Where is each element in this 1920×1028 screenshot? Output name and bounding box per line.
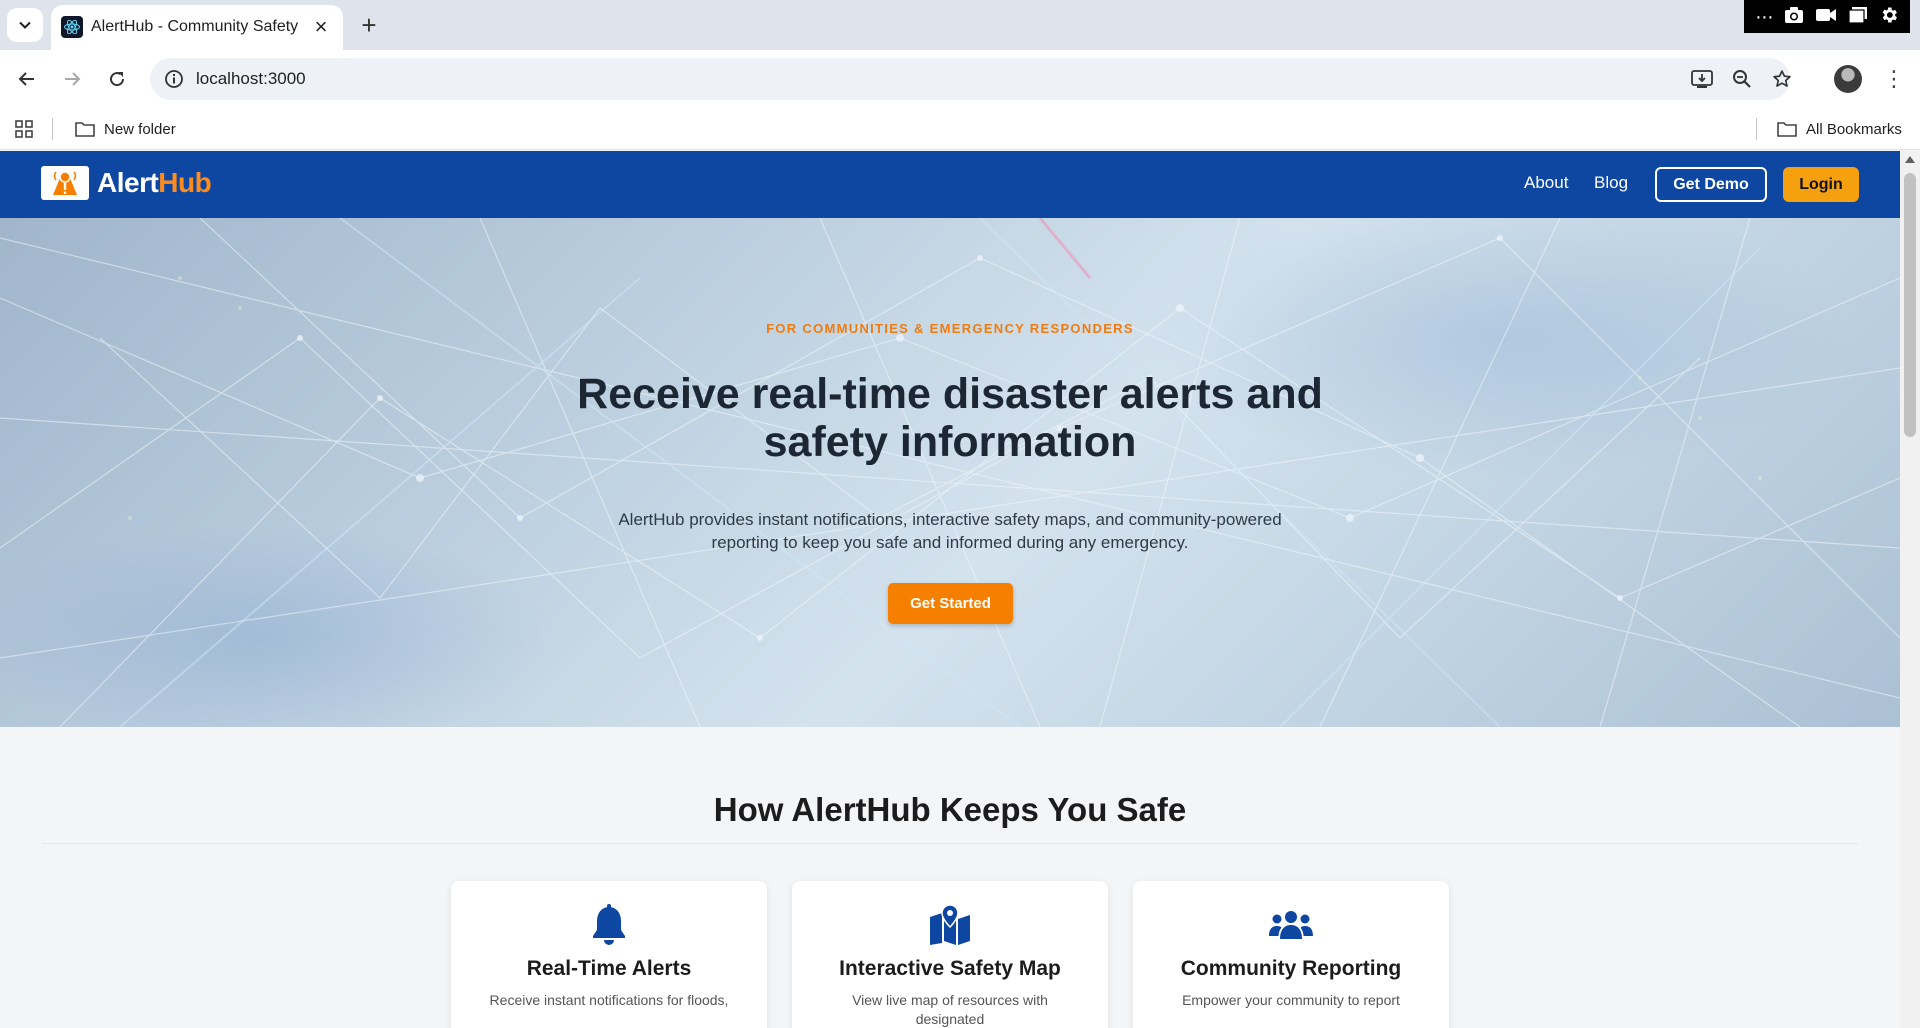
camera-icon[interactable] bbox=[1784, 6, 1804, 27]
feature-card-title: Real-Time Alerts bbox=[526, 957, 692, 980]
forward-button[interactable] bbox=[55, 62, 89, 96]
scroll-up-arrow-icon[interactable] bbox=[1905, 156, 1915, 163]
bookmarks-separator-right bbox=[1756, 118, 1757, 140]
screen-capture-toolbar: ⋯ bbox=[1744, 0, 1910, 33]
bell-icon bbox=[451, 903, 767, 947]
back-button[interactable] bbox=[10, 62, 44, 96]
feature-card-description: View live map of resources with designat… bbox=[852, 992, 1048, 1027]
features-heading: How AlertHub Keeps You Safe bbox=[713, 791, 1187, 828]
brand-logo-link[interactable]: AlertHub bbox=[41, 166, 212, 200]
more-icon[interactable]: ⋯ bbox=[1755, 8, 1773, 26]
alerthub-logo-icon bbox=[41, 166, 89, 200]
browser-tab-active[interactable]: AlertHub - Community Safety × bbox=[51, 5, 343, 50]
reload-button[interactable] bbox=[100, 62, 134, 96]
brand-name-alert: Alert bbox=[97, 167, 159, 198]
nav-link-about[interactable]: About bbox=[1524, 173, 1568, 193]
new-tab-button[interactable]: + bbox=[352, 8, 386, 42]
all-bookmarks-label: All Bookmarks bbox=[1806, 120, 1902, 138]
gear-icon[interactable] bbox=[1879, 5, 1899, 28]
feature-card-title: Interactive Safety Map bbox=[839, 957, 1061, 980]
bookmark-star-icon[interactable] bbox=[1770, 67, 1794, 91]
feature-card-community: Community Reporting Empower your communi… bbox=[1133, 881, 1449, 1028]
scrollbar-thumb[interactable] bbox=[1904, 173, 1916, 437]
install-app-icon[interactable] bbox=[1690, 67, 1714, 91]
get-started-button[interactable]: Get Started bbox=[888, 583, 1013, 624]
url-text: localhost:3000 bbox=[196, 69, 306, 88]
bookmarks-bar: New folder All Bookmarks bbox=[0, 108, 1920, 150]
bookmarks-separator bbox=[52, 118, 53, 140]
login-button[interactable]: Login bbox=[1783, 167, 1859, 202]
map-location-icon bbox=[792, 903, 1108, 947]
site-info-icon[interactable] bbox=[163, 68, 185, 90]
page-viewport: AlertHub About Blog Get Demo Login FOR C… bbox=[0, 151, 1900, 1028]
features-divider bbox=[42, 843, 1858, 844]
feature-card-description: Empower your community to report bbox=[1182, 992, 1400, 1008]
reload-icon bbox=[110, 72, 125, 87]
page-scrollbar[interactable] bbox=[1900, 151, 1920, 1028]
bookmark-folder-label: New folder bbox=[104, 120, 176, 138]
hero-title: Receive real-time disaster alerts and sa… bbox=[577, 370, 1323, 466]
window-icon[interactable] bbox=[1848, 6, 1868, 27]
browser-tabstrip: AlertHub - Community Safety × + ⋯ bbox=[0, 0, 1920, 50]
chevron-down-icon bbox=[19, 21, 31, 29]
tab-title: AlertHub - Community Safety bbox=[91, 18, 299, 35]
nav-link-blog[interactable]: Blog bbox=[1594, 173, 1628, 193]
tab-search-button[interactable] bbox=[7, 8, 43, 42]
profile-avatar[interactable] bbox=[1834, 65, 1862, 93]
hero-overlay bbox=[0, 218, 1900, 727]
zoom-icon[interactable] bbox=[1730, 67, 1754, 91]
users-icon bbox=[1133, 903, 1449, 947]
video-camera-icon[interactable] bbox=[1815, 7, 1837, 26]
get-demo-button[interactable]: Get Demo bbox=[1655, 167, 1767, 202]
hero-eyebrow: FOR COMMUNITIES & EMERGENCY RESPONDERS bbox=[766, 321, 1134, 336]
feature-card-title: Community Reporting bbox=[1180, 957, 1402, 980]
feature-card-map: Interactive Safety Map View live map of … bbox=[792, 881, 1108, 1028]
bookmark-new-folder[interactable]: New folder bbox=[75, 116, 176, 142]
feature-card-description: Receive instant notifications for floods… bbox=[489, 992, 729, 1008]
brand-name-hub: Hub bbox=[158, 167, 212, 198]
folder-icon bbox=[75, 122, 95, 137]
brand-name: AlertHub bbox=[97, 167, 212, 199]
browser-toolbar: localhost:3000 ⋮ bbox=[0, 50, 1920, 108]
folder-icon bbox=[1777, 122, 1797, 137]
react-favicon-icon bbox=[61, 16, 83, 38]
all-bookmarks[interactable]: All Bookmarks bbox=[1777, 116, 1902, 142]
arrow-right-icon bbox=[65, 72, 81, 86]
arrow-left-icon bbox=[18, 72, 34, 86]
site-navbar: AlertHub About Blog Get Demo Login bbox=[0, 151, 1900, 218]
hero-section: FOR COMMUNITIES & EMERGENCY RESPONDERS R… bbox=[0, 218, 1900, 727]
browser-menu-icon[interactable]: ⋮ bbox=[1879, 62, 1909, 96]
address-bar[interactable]: localhost:3000 bbox=[150, 58, 1791, 100]
feature-card-alerts: Real-Time Alerts Receive instant notific… bbox=[451, 881, 767, 1028]
hero-subtitle: AlertHub provides instant notifications,… bbox=[618, 510, 1282, 552]
apps-grid-icon[interactable] bbox=[14, 119, 34, 139]
tab-close-icon[interactable]: × bbox=[309, 15, 333, 39]
